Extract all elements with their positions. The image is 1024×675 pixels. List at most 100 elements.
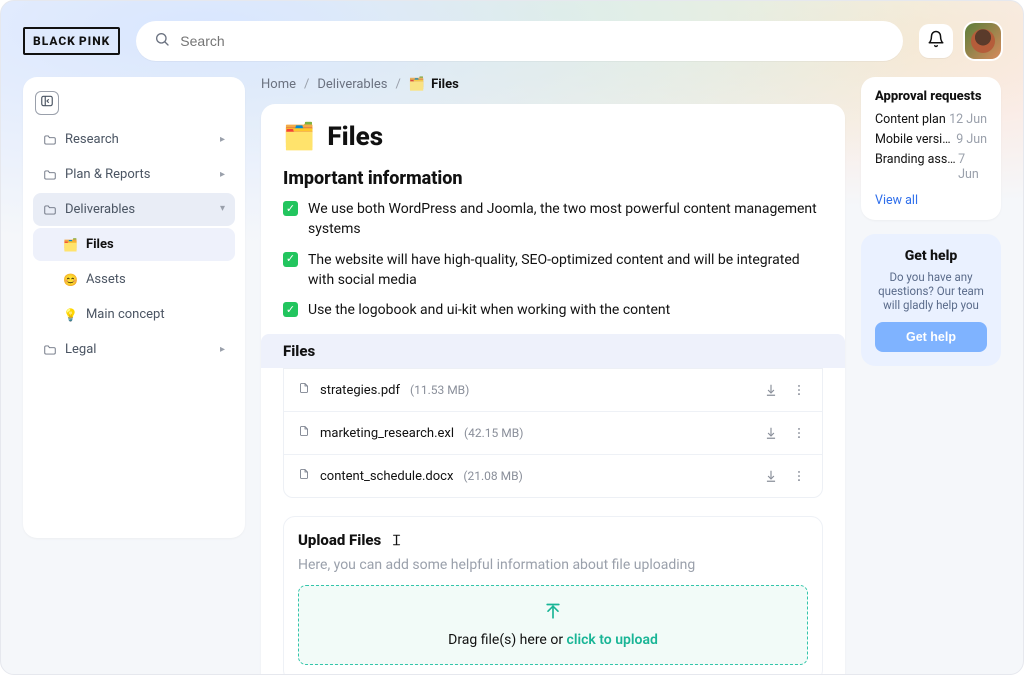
main-column: Home / Deliverables / 🗂️ Files 🗂️ Files …	[261, 77, 845, 675]
notifications-button[interactable]	[919, 24, 953, 58]
sidebar-spacer	[33, 368, 235, 528]
right-column: Approval requests Content plan 12 Jun Mo…	[861, 77, 1001, 366]
caret-right-icon: ▸	[220, 344, 225, 355]
approval-row[interactable]: Content plan 12 Jun	[875, 112, 987, 127]
checklist-text: The website will have high-quality, SEO-…	[308, 250, 823, 291]
file-row[interactable]: content_schedule.docx (21.08 MB)	[284, 454, 822, 497]
page-title: Files	[327, 122, 383, 152]
file-size: (21.08 MB)	[463, 469, 522, 483]
file-name: content_schedule.docx	[320, 469, 453, 484]
brand-logo: BLACK PINK	[23, 27, 120, 55]
sidebar-item-label: Plan & Reports	[65, 167, 150, 182]
layout: Research ▸ Plan & Reports ▸ Deliverables…	[1, 61, 1023, 675]
approval-date: 9 Jun	[956, 132, 987, 147]
help-button[interactable]: Get help	[875, 322, 987, 352]
dropzone-text: Drag file(s) here or click to upload	[448, 632, 658, 648]
file-icon	[298, 381, 310, 399]
checklist-item: ✓ The website will have high-quality, SE…	[283, 250, 823, 291]
files-subheading: Files	[261, 334, 845, 368]
breadcrumb: Home / Deliverables / 🗂️ Files	[261, 77, 845, 92]
sidebar-sub-label: Files	[86, 237, 114, 252]
download-button[interactable]	[762, 467, 780, 485]
file-name: marketing_research.exl	[320, 426, 454, 441]
file-size: (42.15 MB)	[464, 426, 523, 440]
sidebar-item-plan-reports[interactable]: Plan & Reports ▸	[33, 158, 235, 191]
important-heading: Important information	[283, 168, 823, 189]
sidebar-item-label: Deliverables	[65, 202, 135, 217]
sidebar: Research ▸ Plan & Reports ▸ Deliverables…	[23, 77, 245, 538]
text-cursor-icon: 𝙸	[391, 531, 402, 549]
dropzone-prefix: Drag file(s) here or	[448, 632, 566, 648]
upload-dropzone[interactable]: Drag file(s) here or click to upload	[298, 585, 808, 665]
sidebar-item-label: Research	[65, 132, 119, 147]
files-folder-icon: 🗂️	[63, 238, 78, 252]
help-body: Do you have any questions? Our team will…	[875, 270, 987, 312]
upload-heading: Upload Files	[298, 531, 381, 549]
checklist: ✓ We use both WordPress and Joomla, the …	[283, 199, 823, 320]
approvals-card: Approval requests Content plan 12 Jun Mo…	[861, 77, 1001, 220]
sidebar-item-legal[interactable]: Legal ▸	[33, 333, 235, 366]
checklist-item: ✓ Use the logobook and ui-kit when worki…	[283, 300, 823, 320]
search-icon	[154, 31, 180, 51]
files-subheading-text: Files	[283, 342, 823, 360]
assets-emoji-icon: 😊	[63, 273, 78, 287]
help-card: Get help Do you have any questions? Our …	[861, 234, 1001, 366]
sidebar-collapse-button[interactable]	[35, 91, 59, 115]
download-button[interactable]	[762, 381, 780, 399]
file-row[interactable]: strategies.pdf (11.53 MB)	[284, 369, 822, 411]
breadcrumb-parent[interactable]: Deliverables	[317, 77, 387, 92]
download-button[interactable]	[762, 424, 780, 442]
file-name: strategies.pdf	[320, 383, 400, 398]
checklist-item: ✓ We use both WordPress and Joomla, the …	[283, 199, 823, 240]
caret-right-icon: ▸	[220, 169, 225, 180]
page-title-row: 🗂️ Files	[283, 122, 823, 152]
brand-part-2: PINK	[79, 34, 110, 48]
approval-label: Mobile version	[875, 132, 956, 147]
approvals-heading: Approval requests	[875, 89, 987, 104]
breadcrumb-sep: /	[396, 77, 401, 92]
approval-label: Content plan	[875, 112, 946, 127]
file-size: (11.53 MB)	[410, 383, 469, 397]
user-avatar[interactable]	[965, 23, 1001, 59]
sidebar-item-deliverables[interactable]: Deliverables ▾	[33, 193, 235, 226]
sidebar-sub-label: Main concept	[86, 307, 165, 322]
caret-down-icon: ▾	[220, 203, 225, 214]
breadcrumb-current: 🗂️ Files	[409, 77, 459, 92]
caret-right-icon: ▸	[220, 134, 225, 145]
sidebar-item-label: Legal	[65, 342, 96, 357]
approval-label: Branding asse...	[875, 152, 958, 182]
sidebar-sub-assets[interactable]: 😊 Assets	[33, 263, 235, 296]
content-panel: 🗂️ Files Important information ✓ We use …	[261, 104, 845, 675]
approval-row[interactable]: Branding asse... 7 Jun	[875, 152, 987, 182]
upload-hint: Here, you can add some helpful informati…	[298, 557, 808, 573]
search-input[interactable]	[180, 33, 885, 49]
sidebar-item-research[interactable]: Research ▸	[33, 123, 235, 156]
app-frame: BLACK PINK	[0, 0, 1024, 675]
topbar: BLACK PINK	[1, 1, 1023, 61]
upload-heading-row: Upload Files 𝙸	[298, 531, 808, 549]
sidebar-sub-main-concept[interactable]: 💡 Main concept	[33, 298, 235, 331]
search-bar[interactable]	[136, 21, 903, 61]
checklist-text: Use the logobook and ui-kit when working…	[308, 300, 670, 320]
file-more-button[interactable]	[790, 467, 808, 485]
checklist-text: We use both WordPress and Joomla, the tw…	[308, 199, 823, 240]
sidebar-sub-label: Assets	[86, 272, 126, 287]
approval-date: 7 Jun	[958, 152, 987, 182]
breadcrumb-home[interactable]: Home	[261, 77, 296, 92]
approval-row[interactable]: Mobile version 9 Jun	[875, 132, 987, 147]
file-more-button[interactable]	[790, 381, 808, 399]
concept-emoji-icon: 💡	[63, 308, 78, 322]
file-more-button[interactable]	[790, 424, 808, 442]
check-icon: ✓	[283, 201, 298, 216]
dropzone-link[interactable]: click to upload	[567, 632, 658, 648]
help-heading: Get help	[875, 248, 987, 264]
sidebar-sub-files[interactable]: 🗂️ Files	[33, 228, 235, 261]
upload-icon	[543, 602, 563, 626]
file-icon	[298, 424, 310, 442]
approvals-view-all[interactable]: View all	[875, 193, 918, 208]
approval-date: 12 Jun	[949, 112, 987, 127]
file-row[interactable]: marketing_research.exl (42.15 MB)	[284, 411, 822, 454]
sidebar-nav: Research ▸ Plan & Reports ▸ Deliverables…	[33, 123, 235, 528]
folder-icon: 🗂️	[409, 77, 425, 92]
upload-card: Upload Files 𝙸 Here, you can add some he…	[283, 516, 823, 675]
